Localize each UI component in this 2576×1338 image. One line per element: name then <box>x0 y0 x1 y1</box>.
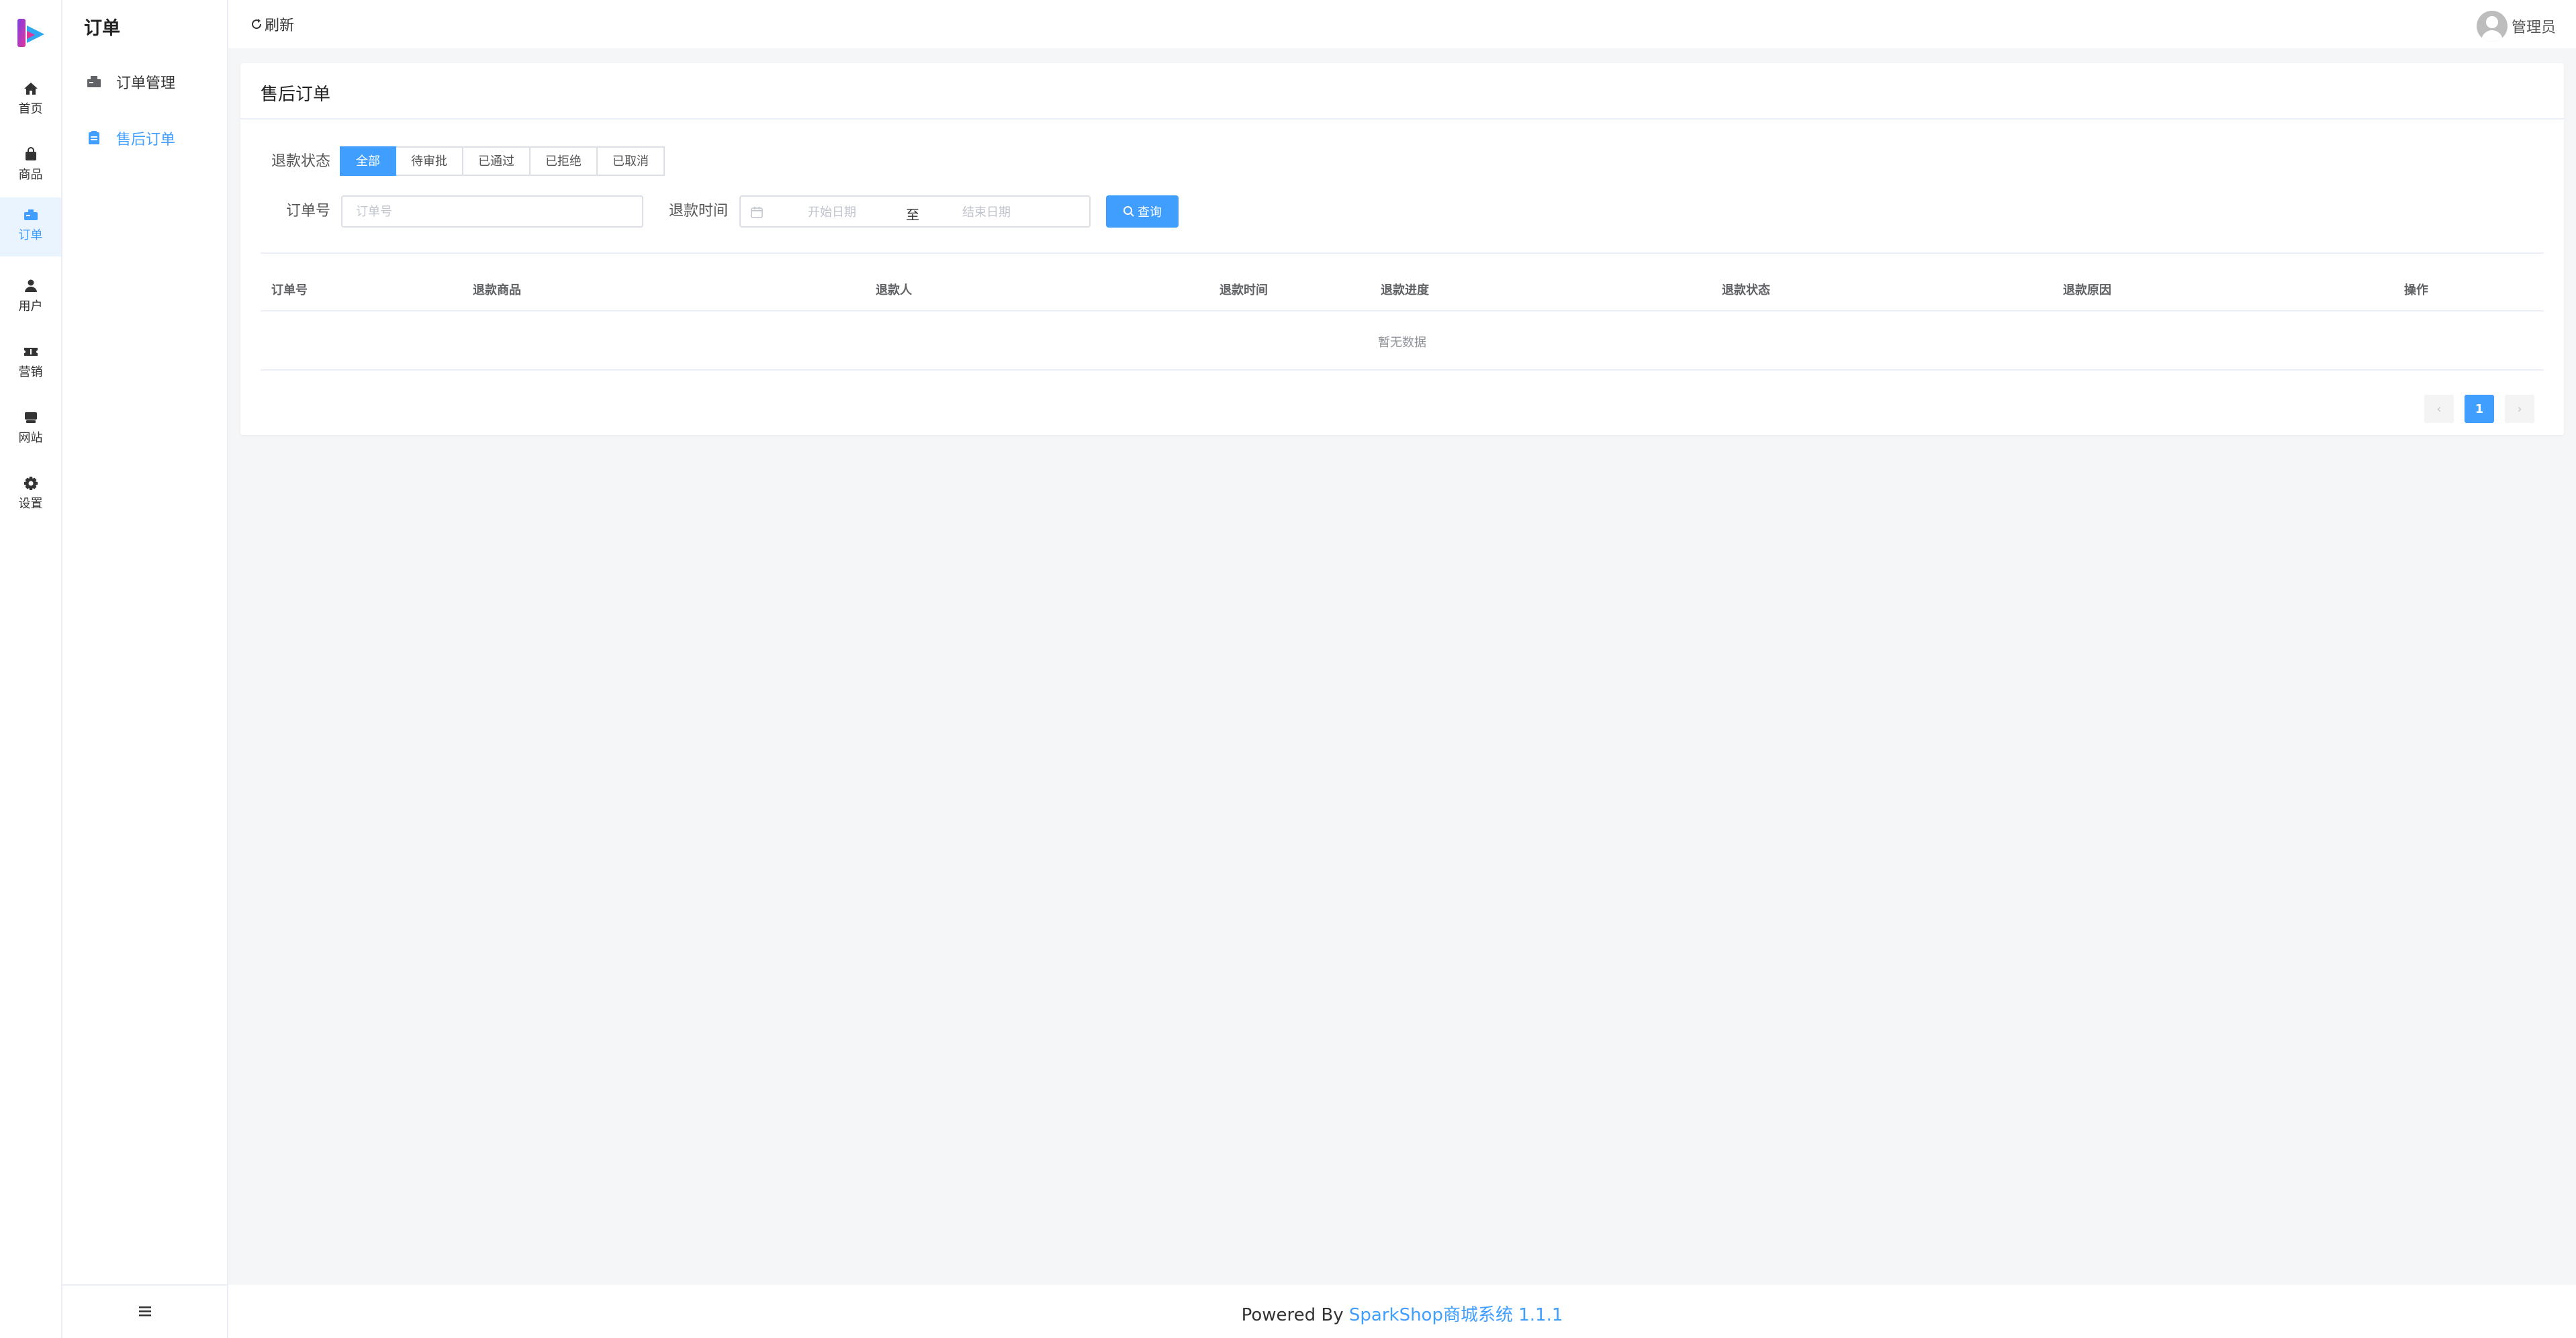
rail-item-label: 用户 <box>18 299 43 314</box>
footer: Powered By SparkShop商城系统 1.1.1 <box>228 1285 2576 1338</box>
rail-item-marketing[interactable]: 营销 <box>0 334 61 393</box>
column-header-order-no: 订单号 <box>271 283 308 297</box>
rail-item-products[interactable]: 商品 <box>0 137 61 196</box>
logo-icon[interactable] <box>15 16 48 50</box>
footer-prefix: Powered By <box>1241 1305 1349 1325</box>
refund-time-label: 退款时间 <box>669 203 729 220</box>
prev-page-button[interactable]: ‹ <box>2424 395 2454 423</box>
rail-item-label: 订单 <box>18 228 43 242</box>
table-header: 订单号 退款商品 退款人 退款时间 退款进度 退款状态 退款原因 操作 <box>261 269 2544 312</box>
column-header-refund-product: 退款商品 <box>473 283 521 297</box>
rail-item-label: 设置 <box>18 497 43 511</box>
column-header-refund-status: 退款状态 <box>1722 283 1770 297</box>
subnav-item-order-management[interactable]: 订单管理 <box>62 59 227 102</box>
bag-icon <box>25 147 36 160</box>
search-button-label: 查询 <box>1138 205 1162 220</box>
table-empty-row: 暂无数据 <box>261 312 2544 371</box>
search-button[interactable]: 查询 <box>1106 195 1179 228</box>
user-menu[interactable]: 管理员 <box>2476 11 2556 42</box>
rail-item-users[interactable]: 用户 <box>0 269 61 328</box>
order-icon <box>24 209 38 220</box>
rail-item-label: 网站 <box>18 431 43 445</box>
column-header-refund-user: 退款人 <box>876 283 912 297</box>
refresh-label: 刷新 <box>265 17 295 34</box>
rail-item-label: 商品 <box>18 168 43 182</box>
status-filter-label: 退款状态 <box>271 153 331 170</box>
rail-item-website[interactable]: 网站 <box>0 400 61 459</box>
end-date-input[interactable] <box>962 202 1083 222</box>
status-option-all[interactable]: 全部 <box>340 146 396 176</box>
subnav-item-after-sale-orders[interactable]: 售后订单 <box>62 115 227 158</box>
subnav-footer <box>62 1284 227 1338</box>
subnav-item-label: 售后订单 <box>116 132 176 148</box>
status-filter-group: 全部 待审批 已通过 已拒绝 已取消 <box>340 146 665 176</box>
list-icon <box>87 76 101 87</box>
search-icon <box>1123 206 1134 217</box>
ticket-icon <box>24 348 38 356</box>
footer-link[interactable]: SparkShop商城系统 1.1.1 <box>1349 1305 1563 1325</box>
store-icon <box>24 412 37 423</box>
avatar <box>2476 11 2508 42</box>
date-range-separator: 至 <box>906 207 919 223</box>
rail-item-label: 营销 <box>18 365 43 379</box>
rail-item-home[interactable]: 首页 <box>0 71 61 130</box>
rail-item-label: 首页 <box>18 102 43 116</box>
rail-item-settings[interactable]: 设置 <box>0 466 61 525</box>
after-sale-card: 售后订单 退款状态 全部 待审批 已通过 已拒绝 已取消 订单号 退款时间 至 … <box>240 63 2564 435</box>
refresh-icon <box>252 19 262 30</box>
status-option-approved[interactable]: 已通过 <box>462 146 531 176</box>
page-number-1[interactable]: 1 <box>2465 395 2494 423</box>
user-name: 管理员 <box>2511 19 2556 36</box>
empty-text: 暂无数据 <box>1378 336 1426 350</box>
subnav-item-label: 订单管理 <box>116 75 176 92</box>
next-page-button[interactable]: › <box>2505 395 2534 423</box>
home-icon <box>24 83 38 95</box>
column-header-refund-time: 退款时间 <box>1220 283 1268 297</box>
rail-item-orders[interactable]: 订单 <box>0 197 61 256</box>
menu-toggle-icon[interactable] <box>138 1304 152 1318</box>
column-header-actions: 操作 <box>2404 283 2428 297</box>
column-header-refund-progress: 退款进度 <box>1381 283 1429 297</box>
sub-nav: 订单 订单管理 售后订单 <box>62 0 228 1338</box>
calendar-icon <box>751 207 763 218</box>
refund-date-range[interactable]: 至 <box>739 195 1091 228</box>
card-header: 售后订单 <box>240 63 2564 120</box>
refresh-button[interactable]: 刷新 <box>250 13 294 35</box>
pagination: ‹ 1 › <box>2424 395 2545 423</box>
status-option-pending[interactable]: 待审批 <box>395 146 463 176</box>
main-nav-rail: 首页 商品 订单 用户 营销 网站 设置 <box>0 0 62 1338</box>
table-top-divider <box>261 252 2544 254</box>
status-option-rejected[interactable]: 已拒绝 <box>529 146 598 176</box>
user-icon <box>24 279 37 292</box>
footer-text: Powered By SparkShop商城系统 1.1.1 <box>1242 1301 1563 1326</box>
gear-icon <box>24 477 38 490</box>
column-header-refund-reason: 退款原因 <box>2063 283 2111 297</box>
status-option-cancelled[interactable]: 已取消 <box>596 146 665 176</box>
subnav-title: 订单 <box>84 18 120 39</box>
page-title: 售后订单 <box>261 85 331 105</box>
clipboard-icon <box>89 131 99 144</box>
order-no-input[interactable] <box>341 195 643 228</box>
top-bar: 刷新 管理员 <box>228 0 2576 48</box>
order-no-label: 订单号 <box>286 203 331 220</box>
